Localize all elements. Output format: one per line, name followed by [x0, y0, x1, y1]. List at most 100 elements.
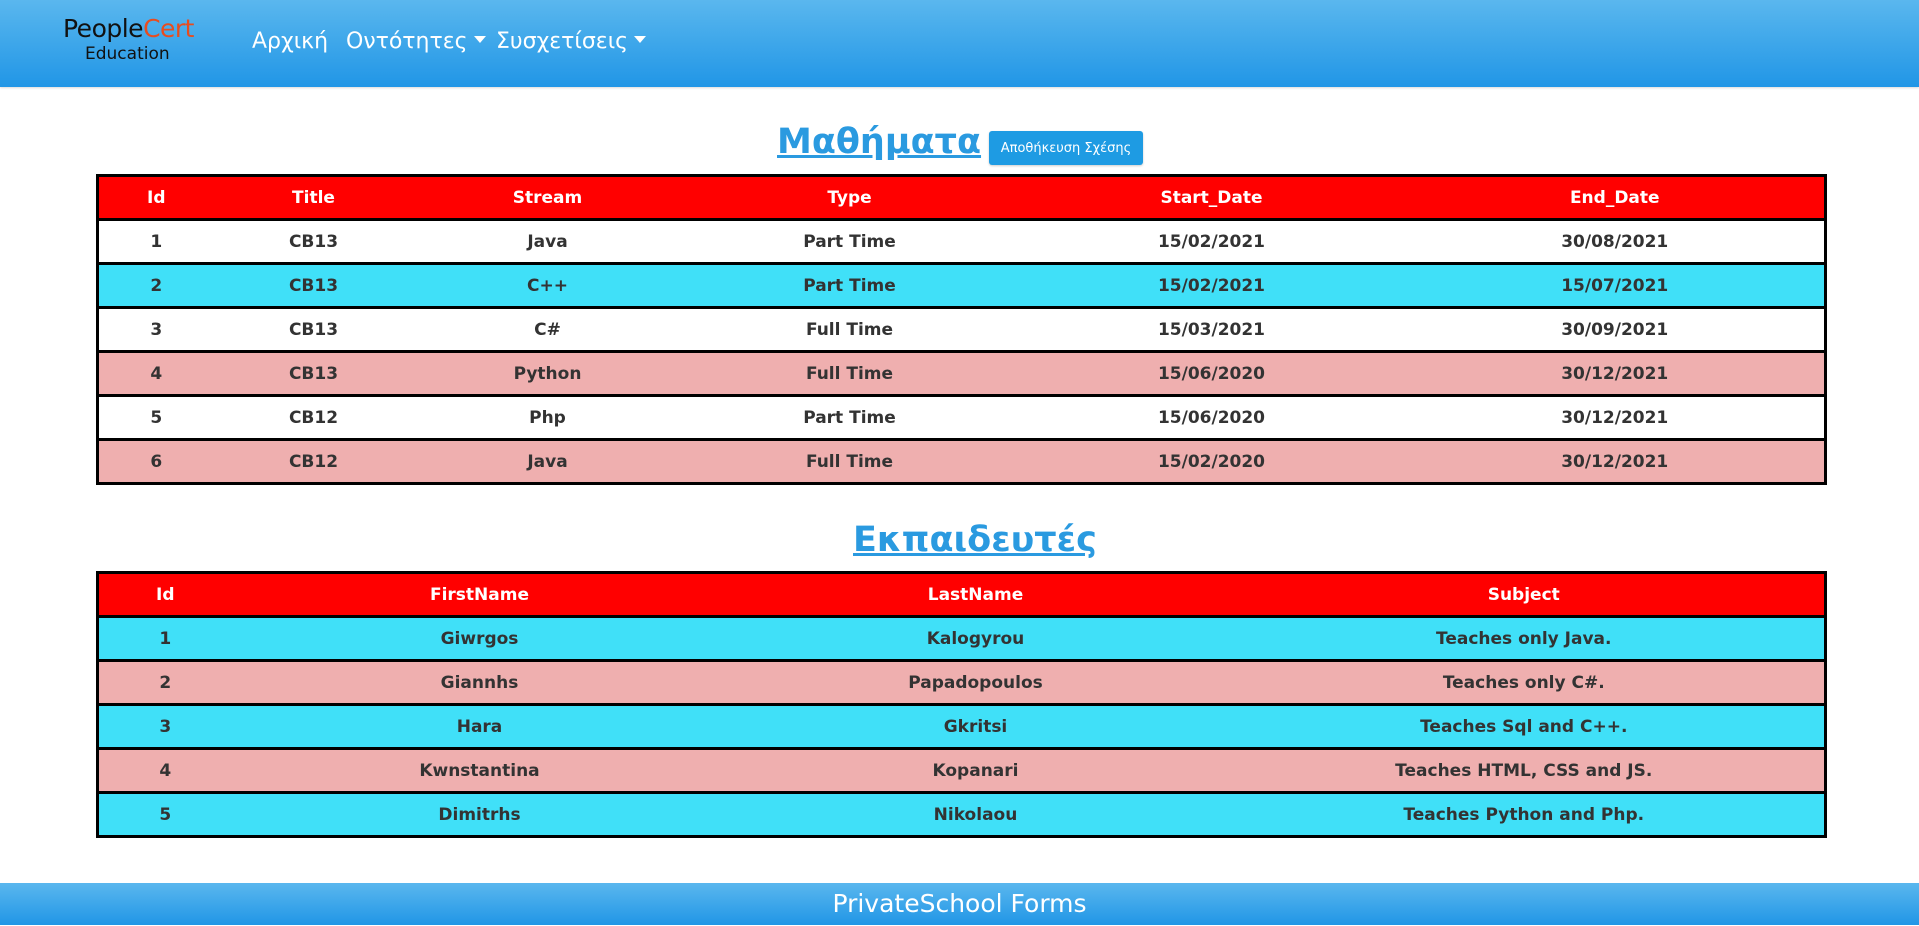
trainers-column-header: LastName [727, 571, 1224, 617]
table-cell: Kalogyrou [727, 615, 1224, 661]
table-row: 6 CB12 Java Full Time 15/02/2020 30/12/2021 [97, 438, 1826, 484]
chevron-down-icon [634, 35, 647, 43]
table-row: 2 Giannhs Papadopoulos Teaches only C#. [97, 659, 1826, 705]
table-cell: 15/02/2021 [1017, 218, 1406, 264]
courses-title: Μαθήματα [777, 122, 982, 162]
table-cell: 4 [97, 350, 214, 396]
courses-column-header: Type [681, 174, 1018, 220]
nav-entities-dropdown[interactable]: Οντότητες [346, 26, 486, 58]
trainers-table-header: Id FirstName LastName Subject [97, 571, 1826, 617]
table-cell: Kwnstantina [231, 747, 728, 793]
table-row: 4 CB13 Python Full Time 15/06/2020 30/12/2021 [97, 350, 1826, 396]
table-cell: CB13 [213, 306, 414, 352]
table-cell: 15/06/2020 [1017, 350, 1406, 396]
trainers-title: Εκπαιδευτές [853, 520, 1097, 560]
brand-logo[interactable]: PeopleCert Education [63, 14, 194, 72]
chevron-down-icon [473, 35, 486, 43]
table-cell: Java [413, 218, 682, 264]
table-row: 5 Dimitrhs Nikolaou Teaches Python and Php. [97, 791, 1826, 837]
table-cell: 30/08/2021 [1405, 218, 1826, 264]
table-cell: Teaches HTML, CSS and JS. [1223, 747, 1826, 793]
table-cell: C# [413, 306, 682, 352]
table-cell: Gkritsi [727, 703, 1224, 749]
table-row: 1 Giwrgos Kalogyrou Teaches only Java. [97, 615, 1826, 661]
table-cell: 15/02/2020 [1017, 438, 1406, 484]
table-cell: Php [413, 394, 682, 440]
table-cell: CB13 [213, 350, 414, 396]
table-cell: Full Time [681, 438, 1018, 484]
table-cell: CB13 [213, 262, 414, 308]
trainers-table: Id FirstName LastName Subject 1 Giwrgos Kalog… [96, 571, 1827, 838]
table-cell: 2 [97, 262, 214, 308]
table-cell: C++ [413, 262, 682, 308]
nav-relations-label: Συσχετίσεις [496, 29, 629, 54]
table-cell: Giwrgos [231, 615, 728, 661]
table-cell: 2 [97, 659, 232, 705]
table-cell: 15/07/2021 [1405, 262, 1826, 308]
table-cell: 4 [97, 747, 232, 793]
table-cell: 5 [97, 394, 214, 440]
table-cell: Teaches only C#. [1223, 659, 1826, 705]
trainers-column-header: FirstName [231, 571, 728, 617]
table-cell: Kopanari [727, 747, 1224, 793]
table-cell: 3 [97, 703, 232, 749]
table-cell: 15/03/2021 [1017, 306, 1406, 352]
table-cell: Full Time [681, 306, 1018, 352]
trainers-column-header: Id [97, 571, 232, 617]
nav-home-link[interactable]: Αρχική [252, 26, 328, 58]
table-cell: 6 [97, 438, 214, 484]
table-row: 3 Hara Gkritsi Teaches Sql and C++. [97, 703, 1826, 749]
brand-name-part1: People [63, 14, 144, 43]
trainers-table-body: 1 Giwrgos Kalogyrou Teaches only Java. 2 Gian… [97, 615, 1826, 837]
table-cell: 1 [97, 218, 214, 264]
table-cell: Dimitrhs [231, 791, 728, 837]
table-cell: Giannhs [231, 659, 728, 705]
table-cell: 30/09/2021 [1405, 306, 1826, 352]
courses-table-header: Id Title Stream Type Start_Date End_Date [97, 174, 1826, 220]
table-cell: Part Time [681, 262, 1018, 308]
table-cell: Python [413, 350, 682, 396]
table-cell: Teaches only Java. [1223, 615, 1826, 661]
courses-column-header: Id [97, 174, 214, 220]
table-cell: CB12 [213, 438, 414, 484]
table-cell: Full Time [681, 350, 1018, 396]
table-cell: 1 [97, 615, 232, 661]
courses-table-body: 1 CB13 Java Part Time 15/02/2021 30/08/2021 2 C… [97, 218, 1826, 484]
courses-table: Id Title Stream Type Start_Date End_Date 1 CB1… [96, 174, 1827, 485]
table-cell: 30/12/2021 [1405, 350, 1826, 396]
brand-subtitle: Education [85, 44, 170, 64]
table-cell: Papadopoulos [727, 659, 1224, 705]
table-row: 2 CB13 C++ Part Time 15/02/2021 15/07/2021 [97, 262, 1826, 308]
table-cell: Teaches Sql and C++. [1223, 703, 1826, 749]
table-cell: Teaches Python and Php. [1223, 791, 1826, 837]
table-cell: 15/02/2021 [1017, 262, 1406, 308]
trainers-column-header: Subject [1223, 571, 1826, 617]
table-cell: Part Time [681, 218, 1018, 264]
courses-column-header: Title [213, 174, 414, 220]
courses-column-header: Start_Date [1017, 174, 1406, 220]
table-cell: CB12 [213, 394, 414, 440]
table-cell: 30/12/2021 [1405, 438, 1826, 484]
table-cell: Hara [231, 703, 728, 749]
courses-column-header: Stream [413, 174, 682, 220]
table-cell: CB13 [213, 218, 414, 264]
brand-name-part2: Cert [143, 14, 194, 43]
table-cell: Nikolaou [727, 791, 1224, 837]
brand-name: PeopleCert [63, 14, 194, 44]
top-navbar: PeopleCert Education Αρχική Οντότητες Συ… [0, 0, 1919, 87]
table-cell: 3 [97, 306, 214, 352]
nav-entities-label: Οντότητες [346, 29, 468, 54]
table-cell: 30/12/2021 [1405, 394, 1826, 440]
table-cell: 15/06/2020 [1017, 394, 1406, 440]
courses-column-header: End_Date [1405, 174, 1826, 220]
table-row: 5 CB12 Php Part Time 15/06/2020 30/12/2021 [97, 394, 1826, 440]
table-row: 4 Kwnstantina Kopanari Teaches HTML, CSS an… [97, 747, 1826, 793]
table-cell: Part Time [681, 394, 1018, 440]
table-row: 3 CB13 C# Full Time 15/03/2021 30/09/2021 [97, 306, 1826, 352]
table-row: 1 CB13 Java Part Time 15/02/2021 30/08/2021 [97, 218, 1826, 264]
save-relation-button[interactable]: Αποθήκευση Σχέσης [989, 131, 1143, 165]
page-footer: PrivateSchool Forms [0, 883, 1919, 925]
table-cell: Java [413, 438, 682, 484]
nav-relations-dropdown[interactable]: Συσχετίσεις [496, 26, 647, 58]
table-cell: 5 [97, 791, 232, 837]
